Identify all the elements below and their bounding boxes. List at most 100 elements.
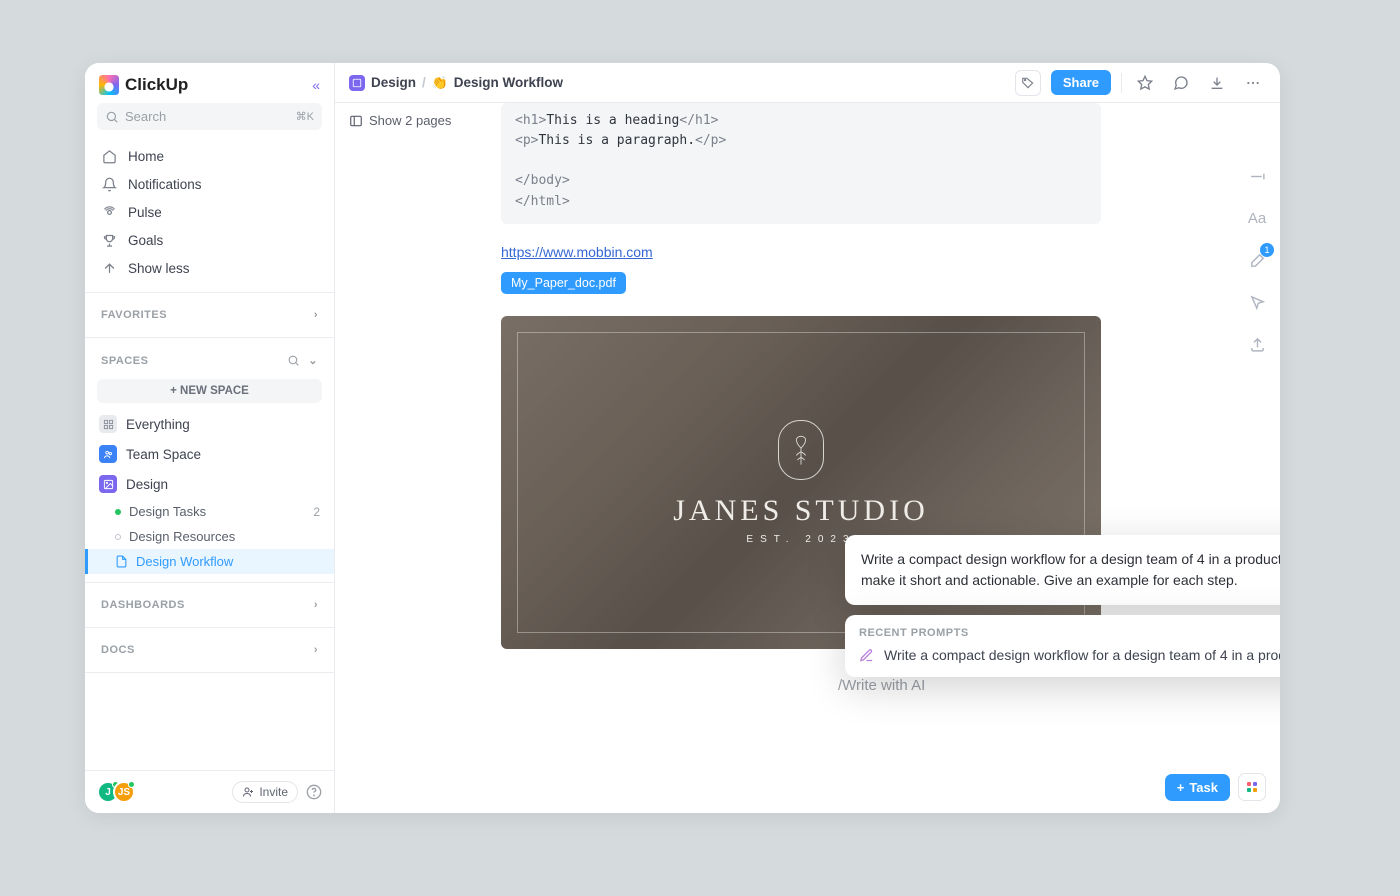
grid-icon — [99, 415, 117, 433]
panel-icon — [349, 114, 363, 128]
plus-icon: + — [1177, 780, 1185, 795]
chevron-right-icon: › — [314, 644, 318, 656]
font-style-button[interactable]: Aa — [1244, 205, 1270, 231]
search-spaces-icon[interactable] — [287, 354, 300, 367]
app-switcher-button[interactable] — [1238, 773, 1266, 801]
new-space-button[interactable]: + NEW SPACE — [97, 379, 322, 403]
cursor-icon[interactable] — [1244, 289, 1270, 315]
divider — [85, 292, 334, 293]
search-placeholder: Search — [125, 109, 166, 124]
ai-popover: Write a compact design workflow for a de… — [845, 535, 1280, 677]
divider — [85, 337, 334, 338]
sidebar-footer: J JS Invite — [85, 770, 334, 813]
code-block[interactable]: <h1>This is a heading</h1> <p>This is a … — [501, 103, 1101, 224]
image-icon — [99, 475, 117, 493]
presence-indicator-icon — [128, 781, 135, 788]
clickup-logo-icon — [99, 75, 119, 95]
avatar: JS — [113, 781, 135, 803]
new-task-button[interactable]: + Task — [1165, 774, 1230, 801]
divider — [85, 627, 334, 628]
sidebar-header: ClickUp « — [85, 63, 334, 103]
badge-count: 1 — [1260, 243, 1274, 257]
ai-prompt-input[interactable]: Write a compact design workflow for a de… — [845, 535, 1280, 605]
recent-prompt-item[interactable]: Write a compact design workflow for a de… — [859, 647, 1280, 663]
breadcrumb-separator: / — [422, 75, 426, 90]
document-icon — [115, 555, 128, 568]
page-emoji-icon: 👏 — [432, 75, 448, 91]
collapse-sidebar-icon[interactable]: « — [312, 77, 320, 93]
section-docs[interactable]: DOCS › — [85, 636, 334, 664]
sidebar-item-design-workflow[interactable]: Design Workflow — [85, 549, 334, 574]
add-user-icon — [242, 786, 254, 798]
nav-notifications[interactable]: Notifications — [93, 170, 326, 198]
chevron-right-icon: › — [314, 599, 318, 611]
nav-show-less[interactable]: Show less — [93, 254, 326, 282]
brand-logo[interactable]: ClickUp — [99, 75, 188, 95]
search-input[interactable]: Search ⌘K — [97, 103, 322, 130]
space-design[interactable]: Design — [85, 469, 334, 499]
tag-icon[interactable] — [1015, 70, 1041, 96]
bell-icon — [101, 176, 117, 192]
chevron-down-icon[interactable]: ⌄ — [308, 354, 318, 367]
pulse-icon — [101, 204, 117, 220]
external-link[interactable]: https://www.mobbin.com — [501, 244, 1101, 262]
help-icon[interactable] — [306, 784, 322, 800]
right-rail: Aa 1 — [1244, 163, 1270, 357]
nav-home[interactable]: Home — [93, 142, 326, 170]
divider — [1121, 73, 1122, 93]
search-icon — [105, 110, 119, 124]
item-count: 2 — [313, 505, 320, 519]
section-spaces[interactable]: SPACES ⌄ — [85, 346, 334, 375]
file-attachment-chip[interactable]: My_Paper_doc.pdf — [501, 272, 626, 294]
apps-grid-icon — [1247, 782, 1257, 792]
section-favorites[interactable]: FAVORITES › — [85, 301, 334, 329]
floating-actions: + Task — [1165, 773, 1266, 801]
trophy-icon — [101, 232, 117, 248]
share-button[interactable]: Share — [1051, 70, 1111, 95]
show-pages-toggle[interactable]: Show 2 pages — [335, 103, 465, 138]
invite-button[interactable]: Invite — [232, 781, 298, 803]
status-dot-icon — [115, 534, 121, 540]
avatar-stack[interactable]: J JS — [97, 781, 135, 803]
status-dot-icon — [115, 509, 121, 515]
nav-pulse[interactable]: Pulse — [93, 198, 326, 226]
image-overlay-text: JANES STUDIO EST. 2023 — [673, 420, 929, 545]
arrow-up-icon — [101, 260, 117, 276]
pencil-icon — [859, 648, 874, 663]
sidebar-item-design-resources[interactable]: Design Resources — [85, 524, 334, 549]
app-window: ClickUp « Search ⌘K Home Notifications — [85, 63, 1280, 813]
brand-name: ClickUp — [125, 75, 188, 95]
document-canvas: Show 2 pages <h1>This is a heading</h1> … — [335, 103, 1280, 813]
nav-goals[interactable]: Goals — [93, 226, 326, 254]
more-icon[interactable] — [1240, 70, 1266, 96]
space-team[interactable]: Team Space — [85, 439, 334, 469]
chevron-right-icon: › — [314, 309, 318, 321]
primary-nav: Home Notifications Pulse Goals Show less — [85, 140, 334, 284]
main-content: Design / 👏 Design Workflow Share — [335, 63, 1280, 813]
section-dashboards[interactable]: DASHBOARDS › — [85, 591, 334, 619]
topbar: Design / 👏 Design Workflow Share — [335, 63, 1280, 103]
search-shortcut: ⌘K — [296, 110, 314, 123]
space-everything[interactable]: Everything — [85, 409, 334, 439]
breadcrumb: Design / 👏 Design Workflow — [349, 75, 1007, 91]
home-icon — [101, 148, 117, 164]
export-icon[interactable] — [1244, 331, 1270, 357]
breadcrumb-root[interactable]: Design — [371, 75, 416, 90]
topbar-actions: Share — [1015, 70, 1266, 96]
divider — [85, 672, 334, 673]
breadcrumb-page[interactable]: Design Workflow — [454, 75, 563, 90]
recent-prompts-panel: RECENT PROMPTS Write a compact design wo… — [845, 615, 1280, 677]
comment-icon[interactable] — [1168, 70, 1194, 96]
sidebar: ClickUp « Search ⌘K Home Notifications — [85, 63, 335, 813]
magic-wand-icon[interactable]: 1 — [1244, 247, 1270, 273]
star-icon[interactable] — [1132, 70, 1158, 96]
users-icon — [99, 445, 117, 463]
divider — [85, 582, 334, 583]
space-badge-icon — [349, 75, 365, 91]
slash-command-hint: /Write with AI — [838, 677, 925, 694]
sidebar-item-design-tasks[interactable]: Design Tasks 2 — [85, 499, 334, 524]
import-icon[interactable] — [1204, 70, 1230, 96]
recent-prompts-header: RECENT PROMPTS — [859, 627, 1280, 639]
ruler-icon[interactable] — [1244, 163, 1270, 189]
floral-logo-icon — [778, 420, 824, 480]
